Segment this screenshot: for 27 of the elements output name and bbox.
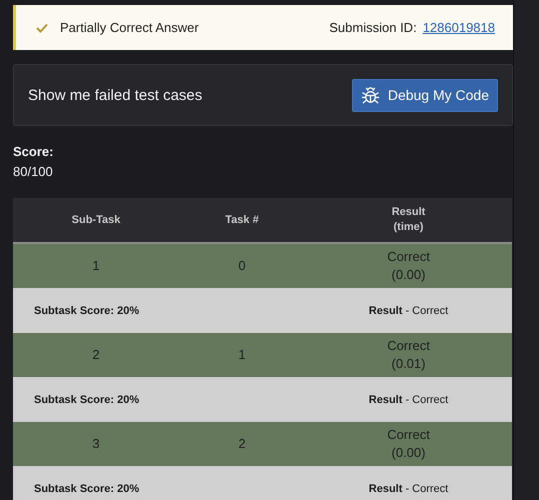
subtask-result: Result - Correct (368, 482, 450, 494)
result-cell-text: Correct (0.00) (386, 248, 431, 284)
score-value: 80/100 (13, 163, 54, 181)
subtask-score: Subtask Score: 20% (33, 304, 140, 316)
subtask-cell-text: 2 (91, 346, 101, 364)
task-cell-text: 1 (237, 346, 247, 364)
column-header: Task # (224, 212, 260, 228)
result-cell-text: Correct (0.01) (386, 337, 431, 373)
task-cell-text: 0 (237, 257, 247, 275)
subtask-cell-text: 3 (91, 435, 101, 453)
task-cell-text: 2 (237, 435, 247, 453)
check-icon (36, 22, 48, 32)
panel-text: Show me failed test cases (28, 86, 202, 104)
subtask-result: Result - Correct (368, 394, 450, 406)
debug-button[interactable]: Debug My Code (352, 78, 498, 112)
submission-label: Submission ID: (329, 20, 417, 35)
status-text: Partially Correct Answer (60, 20, 200, 35)
column-header: Sub-Task (70, 212, 122, 228)
subtask-cell-text: 1 (91, 257, 101, 275)
bug-icon (360, 86, 380, 104)
submission-link[interactable]: 1286019818 (422, 20, 495, 35)
score-label: Score: (13, 143, 54, 161)
result-cell-text: Correct (0.00) (386, 426, 431, 462)
subtask-score: Subtask Score: 20% (33, 482, 140, 494)
column-header: Result (time) (390, 205, 426, 235)
subtask-score: Subtask Score: 20% (33, 394, 140, 406)
subtask-result: Result - Correct (368, 304, 450, 316)
